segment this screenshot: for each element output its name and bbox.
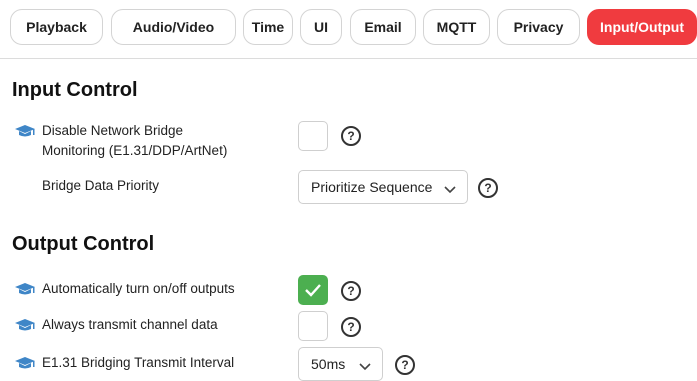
bridging-interval-value: 50ms xyxy=(311,356,346,372)
checkmark-icon xyxy=(305,284,321,297)
question-circle-icon[interactable]: ? xyxy=(478,178,498,198)
tab-email[interactable]: Email xyxy=(350,9,416,45)
auto-outputs-checkbox[interactable] xyxy=(298,275,328,305)
question-circle-icon[interactable]: ? xyxy=(341,126,361,146)
question-circle-icon[interactable]: ? xyxy=(341,317,361,337)
always-transmit-checkbox[interactable] xyxy=(298,311,328,341)
tab-input-output[interactable]: Input/Output xyxy=(587,9,697,45)
graduation-cap-icon xyxy=(14,318,36,332)
graduation-cap-icon xyxy=(14,282,36,296)
tab-playback[interactable]: Playback xyxy=(10,9,103,45)
bridge-priority-label: Bridge Data Priority xyxy=(42,178,160,193)
disable-bridge-label-line2: Monitoring (E1.31/DDP/ArtNet) xyxy=(42,143,228,158)
tab-audio-video[interactable]: Audio/Video xyxy=(111,9,236,45)
question-circle-icon[interactable]: ? xyxy=(341,281,361,301)
chevron-down-icon xyxy=(443,182,457,198)
always-transmit-label: Always transmit channel data xyxy=(42,317,218,332)
question-circle-icon[interactable]: ? xyxy=(395,355,415,375)
bridging-interval-label: E1.31 Bridging Transmit Interval xyxy=(42,355,235,370)
output-control-heading: Output Control xyxy=(12,233,155,255)
bridging-interval-select[interactable]: 50ms xyxy=(298,347,383,381)
tab-mqtt[interactable]: MQTT xyxy=(423,9,490,45)
bridge-priority-value: Prioritize Sequence xyxy=(311,179,433,195)
input-control-heading: Input Control xyxy=(12,79,138,101)
auto-outputs-label: Automatically turn on/off outputs xyxy=(42,281,235,296)
tab-time[interactable]: Time xyxy=(243,9,293,45)
disable-bridge-checkbox[interactable] xyxy=(298,121,328,151)
settings-tab-bar: Playback Audio/Video Time UI Email MQTT … xyxy=(0,0,697,59)
disable-bridge-label-line1: Disable Network Bridge xyxy=(42,123,184,138)
bridge-priority-select[interactable]: Prioritize Sequence xyxy=(298,170,468,204)
chevron-down-icon xyxy=(358,359,372,375)
tab-ui[interactable]: UI xyxy=(300,9,342,45)
tab-privacy[interactable]: Privacy xyxy=(497,9,580,45)
graduation-cap-icon xyxy=(14,124,36,138)
disable-bridge-label: Disable Network Bridge Monitoring (E1.31… xyxy=(42,121,227,161)
graduation-cap-icon xyxy=(14,356,36,370)
